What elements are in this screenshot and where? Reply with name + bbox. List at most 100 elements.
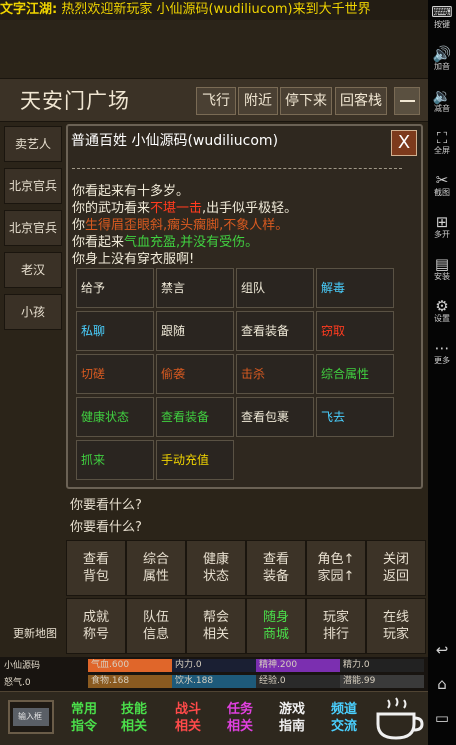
nearby-button[interactable]: 附近	[238, 87, 278, 115]
back-button[interactable]: ↩	[428, 642, 456, 658]
settings-button[interactable]: ⚙ 设置	[428, 298, 456, 324]
return-inn-button[interactable]: 回客栈	[335, 87, 387, 115]
nav-guide[interactable]: 游戏 指南	[270, 696, 314, 740]
input-box[interactable]: 输入框	[8, 700, 54, 734]
action-grid: 查看 背包 综合 属性 健康 状态 查看 装备 角色↑ 家园↑ 关闭 返回 成就…	[66, 540, 426, 655]
more-icon: ⋯	[434, 339, 450, 357]
nav-label: 频道 交流	[330, 702, 357, 734]
action-label: 队伍 信息	[142, 610, 169, 642]
kill-button[interactable]: 击杀	[236, 354, 314, 394]
nav-common-commands[interactable]: 常用 指令	[62, 696, 106, 740]
stat-jingli: 精力.0	[340, 659, 424, 672]
npc-item[interactable]: 北京官兵	[4, 210, 62, 246]
nav-label: 任务 相关	[226, 702, 253, 734]
fullscreen-icon: ⛶	[436, 129, 448, 147]
screenshot-button[interactable]: ✂ 截图	[428, 172, 456, 198]
volume-down-button[interactable]: 🔉 减音	[428, 88, 456, 114]
stat-jingshen: 精神.200	[256, 659, 340, 672]
nav-quests[interactable]: 任务 相关	[218, 696, 262, 740]
whisper-button[interactable]: 私聊	[76, 311, 154, 351]
stat-potential: 潜能.99	[340, 675, 424, 688]
steal-button[interactable]: 窃取	[316, 311, 394, 351]
desc-line: 你身上没有穿衣服啊!	[72, 252, 195, 267]
marquee-text: 热烈欢迎新玩家 小仙源码(wudiliucom)来到大千世界	[61, 2, 371, 17]
gear-icon: ⚙	[435, 297, 449, 315]
action-online-players[interactable]: 在线 玩家	[366, 598, 426, 654]
action-label: 在线 玩家	[382, 610, 409, 642]
team-button[interactable]: 组队	[236, 268, 314, 308]
view-equipment-button[interactable]: 查看装备	[236, 311, 314, 351]
npc-item[interactable]: 小孩	[4, 294, 62, 330]
action-shop[interactable]: 随身 商城	[246, 598, 306, 654]
mute-button[interactable]: 禁言	[156, 268, 234, 308]
npc-item[interactable]: 北京官兵	[4, 168, 62, 204]
nav-label: 常用 指令	[70, 702, 97, 734]
game-window: 文字江湖: 热烈欢迎新玩家 小仙源码(wudiliucom)来到大千世界 天安门…	[0, 0, 428, 745]
emulator-sidebar: ⌨ 按键 🔊 加音 🔉 减音 ⛶ 全屏 ✂ 截图 ⊞ 多开 ▤ 安装 ⚙ 设置 ⋯ 更多 ↩ ⌂ …	[428, 0, 456, 745]
teacup-icon[interactable]	[372, 696, 424, 742]
minimize-icon[interactable]	[394, 87, 420, 115]
action-guild[interactable]: 帮会 相关	[186, 598, 246, 654]
action-label: 帮会 相关	[202, 610, 229, 642]
nav-skills[interactable]: 技能 相关	[112, 696, 156, 740]
more-button[interactable]: ⋯ 更多	[428, 340, 456, 366]
update-map-button[interactable]: 更新地图	[4, 625, 66, 641]
action-team-info[interactable]: 队伍 信息	[126, 598, 186, 654]
action-role-home[interactable]: 角色↑ 家园↑	[306, 540, 366, 596]
install-button[interactable]: ▤ 安装	[428, 256, 456, 282]
chat-line: 你要看什么?	[70, 498, 142, 513]
apk-icon: ▤	[434, 255, 450, 273]
action-ranking[interactable]: 玩家 排行	[306, 598, 366, 654]
status-panel: 小仙源码 怒气.0 气血.600 内力.0 精神.200 精力.0 食物.168…	[0, 657, 428, 691]
volume-down-icon: 🔉	[432, 87, 452, 105]
view-bag-button[interactable]: 查看包裹	[236, 397, 314, 437]
back-icon: ↩	[435, 641, 449, 659]
action-attributes[interactable]: 综合 属性	[126, 540, 186, 596]
ambush-button[interactable]: 偷袭	[156, 354, 234, 394]
stop-button[interactable]: 停下来	[280, 87, 332, 115]
home-icon: ⌂	[437, 675, 447, 693]
action-achievements[interactable]: 成就 称号	[66, 598, 126, 654]
fullscreen-button[interactable]: ⛶ 全屏	[428, 130, 456, 156]
action-label: 随身 商城	[262, 610, 289, 642]
multi-window-icon: ⊞	[435, 213, 449, 231]
multi-instance-button[interactable]: ⊞ 多开	[428, 214, 456, 240]
attributes-button[interactable]: 综合属性	[316, 354, 394, 394]
keymap-button[interactable]: ⌨ 按键	[428, 4, 456, 30]
detox-button[interactable]: 解毒	[316, 268, 394, 308]
action-close-return[interactable]: 关闭 返回	[366, 540, 426, 596]
close-button[interactable]: X	[391, 130, 417, 156]
nav-channel[interactable]: 频道 交流	[322, 696, 366, 740]
player-info-dialog: 普通百姓 小仙源码(wudiliucom) X 你看起来有十多岁。 你的武功看来…	[66, 124, 423, 489]
location-bar: 天安门广场 飞行 附近 停下来 回客栈	[0, 78, 428, 122]
follow-button[interactable]: 跟随	[156, 311, 234, 351]
recents-icon: ▭	[434, 709, 450, 727]
fly-button[interactable]: 飞行	[196, 87, 236, 115]
action-equipment[interactable]: 查看 装备	[246, 540, 306, 596]
bottom-nav: 输入框 常用 指令 技能 相关 战斗 相关 任务 相关 游戏 指南 频道 交流	[0, 691, 428, 745]
summon-button[interactable]: 抓来	[76, 440, 154, 480]
stat-exp: 经验.0	[256, 675, 340, 688]
action-health[interactable]: 健康 状态	[186, 540, 246, 596]
action-label: 查看 装备	[262, 552, 289, 584]
volume-up-button[interactable]: 🔊 加音	[428, 46, 456, 72]
action-label: 查看 背包	[82, 552, 109, 584]
input-label: 输入框	[18, 712, 42, 721]
recents-button[interactable]: ▭	[428, 710, 456, 726]
give-button[interactable]: 给予	[76, 268, 154, 308]
fly-to-button[interactable]: 飞去	[316, 397, 394, 437]
scissors-icon: ✂	[435, 171, 449, 189]
health-button[interactable]: 健康状态	[76, 397, 154, 437]
npc-item[interactable]: 卖艺人	[4, 126, 62, 162]
nav-label: 技能 相关	[120, 702, 147, 734]
dialog-title: 普通百姓 小仙源码(wudiliucom)	[71, 133, 279, 149]
view-equipment-button[interactable]: 查看装备	[156, 397, 234, 437]
home-button[interactable]: ⌂	[428, 676, 456, 692]
spar-button[interactable]: 切磋	[76, 354, 154, 394]
action-label: 角色↑ 家园↑	[317, 552, 355, 584]
nav-combat[interactable]: 战斗 相关	[166, 696, 210, 740]
npc-item[interactable]: 老汉	[4, 252, 62, 288]
action-view-bag[interactable]: 查看 背包	[66, 540, 126, 596]
recharge-button[interactable]: 手动充值	[156, 440, 234, 480]
player-name: 小仙源码	[4, 661, 41, 671]
